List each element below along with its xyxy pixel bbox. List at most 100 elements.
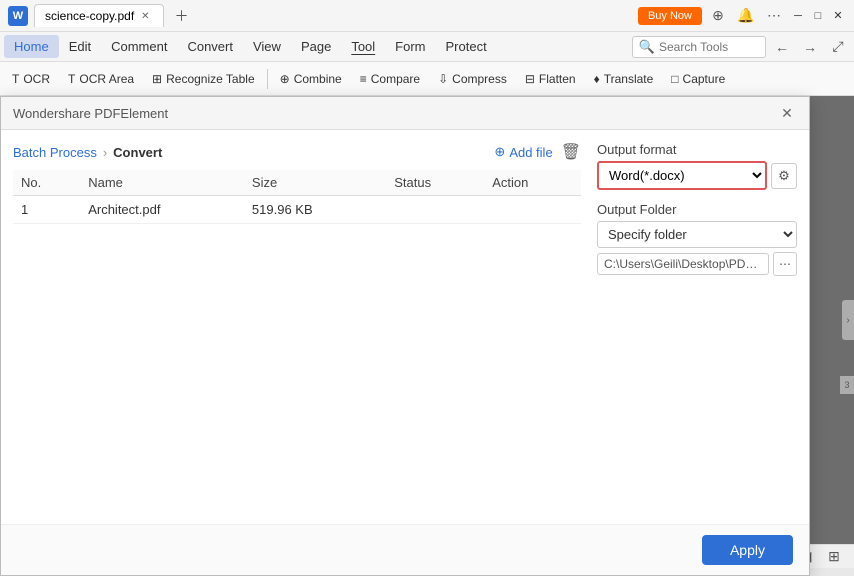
output-folder-label: Output Folder: [597, 202, 797, 217]
dialog-close-button[interactable]: ✕: [777, 103, 797, 123]
output-format-section: Output format Word(*.docx)Excel(*.xlsx)P…: [597, 142, 797, 190]
page-expand-icon[interactable]: ⊞: [822, 545, 846, 569]
format-settings-button[interactable]: ⚙: [771, 163, 797, 189]
toolbar-ocr-area[interactable]: T OCR Area: [60, 69, 142, 89]
ocr-area-icon: T: [68, 72, 75, 86]
breadcrumb-current: Convert: [113, 145, 162, 160]
title-bar-controls: Buy Now ⊕ 🔔 ⋯ ─ □ ✕: [638, 4, 846, 28]
folder-path: C:\Users\Geili\Desktop\PDFElement\Co: [597, 253, 769, 275]
table-row: 1 Architect.pdf 519.96 KB: [13, 196, 581, 224]
col-action: Action: [484, 170, 581, 196]
menu-bar: Home Edit Comment Convert View Page Tool…: [0, 32, 854, 62]
cell-name: Architect.pdf: [80, 196, 244, 224]
maximize-button[interactable]: □: [810, 8, 826, 24]
toolbar-translate[interactable]: ♦ Translate: [586, 69, 662, 89]
nav-forward-icon[interactable]: →: [798, 35, 822, 59]
tab-label: science-copy.pdf: [45, 9, 134, 23]
menu-page[interactable]: Page: [291, 35, 341, 58]
toolbar: T OCR T OCR Area ⊞ Recognize Table ⊕ Com…: [0, 62, 854, 96]
menu-form[interactable]: Form: [385, 35, 435, 58]
cell-action: [484, 196, 581, 224]
right-panel: Output format Word(*.docx)Excel(*.xlsx)P…: [597, 142, 797, 394]
output-format-label: Output format: [597, 142, 797, 157]
cell-no: 1: [13, 196, 80, 224]
menu-edit[interactable]: Edit: [59, 35, 101, 58]
breadcrumb-parent: Batch Process: [13, 145, 97, 160]
toolbar-compare[interactable]: ≡ Compare: [352, 69, 428, 89]
col-no: No.: [13, 170, 80, 196]
folder-path-row: C:\Users\Geili\Desktop\PDFElement\Co ⋯: [597, 252, 797, 276]
delete-file-icon[interactable]: 🗑: [561, 142, 581, 162]
apply-button[interactable]: Apply: [702, 535, 793, 565]
col-size: Size: [244, 170, 386, 196]
nav-controls: ← → ⤢: [770, 35, 850, 59]
search-input[interactable]: [659, 40, 759, 54]
translate-icon: ♦: [594, 72, 600, 86]
app-icon: W: [8, 6, 28, 26]
menu-tool[interactable]: Tool: [341, 35, 385, 58]
menu-home[interactable]: Home: [4, 35, 59, 58]
dialog-footer: Apply: [1, 524, 809, 575]
file-table-body: 1 Architect.pdf 519.96 KB: [13, 196, 581, 224]
cell-status: [386, 196, 484, 224]
dialog-app-label: Wondershare PDFElement: [13, 106, 168, 121]
file-actions: ⊕ Add file 🗑: [494, 142, 581, 162]
file-list-header-bar: Batch Process › Convert ⊕ Add file 🗑: [13, 142, 581, 162]
tab-close-icon[interactable]: ✕: [138, 10, 152, 23]
main-area: ⊞ 💬 🔖 ⊡ 🔍 › 3 Wondershare PDFElement ✕: [0, 96, 854, 544]
breadcrumb-sep: ›: [103, 145, 107, 160]
recognize-table-icon: ⊞: [152, 72, 162, 86]
combine-icon: ⊕: [280, 72, 290, 86]
toolbar-ocr[interactable]: T OCR: [4, 69, 58, 89]
toolbar-sep-1: [267, 69, 268, 89]
add-file-icon: ⊕: [494, 144, 505, 160]
format-row: Word(*.docx)Excel(*.xlsx)PowerPoint(*.pp…: [597, 161, 797, 190]
output-folder-section: Output Folder Specify folderSame as sour…: [597, 202, 797, 276]
ocr-icon: T: [12, 72, 19, 86]
col-status: Status: [386, 170, 484, 196]
dialog-spacer: [1, 406, 809, 524]
file-table-header: No. Name Size Status Action: [13, 170, 581, 196]
capture-icon: □: [671, 72, 678, 86]
search-icon: 🔍: [639, 39, 655, 55]
cell-size: 519.96 KB: [244, 196, 386, 224]
close-button[interactable]: ✕: [830, 8, 846, 24]
title-bar-left: W science-copy.pdf ✕ ＋: [8, 4, 638, 28]
toolbar-compress[interactable]: ⇩ Compress: [430, 69, 515, 89]
format-select[interactable]: Word(*.docx)Excel(*.xlsx)PowerPoint(*.pp…: [597, 161, 767, 190]
folder-select[interactable]: Specify folderSame as sourceDesktop: [597, 221, 797, 248]
new-tab-icon[interactable]: ＋: [170, 4, 194, 28]
nav-back-icon[interactable]: ←: [770, 35, 794, 59]
notification-icon[interactable]: 🔔: [734, 4, 758, 28]
file-table: No. Name Size Status Action 1 Architect.…: [13, 170, 581, 224]
dialog-header: Wondershare PDFElement ✕: [1, 97, 809, 130]
toolbar-flatten[interactable]: ⊟ Flatten: [517, 69, 584, 89]
file-list-section: Batch Process › Convert ⊕ Add file 🗑: [13, 142, 581, 394]
toolbar-combine[interactable]: ⊕ Combine: [272, 69, 350, 89]
more-options-icon[interactable]: ⋯: [762, 4, 786, 28]
dialog-title-area: Wondershare PDFElement: [13, 106, 168, 121]
folder-browse-button[interactable]: ⋯: [773, 252, 797, 276]
add-file-button[interactable]: ⊕ Add file: [494, 144, 552, 160]
search-box[interactable]: 🔍: [632, 36, 766, 58]
col-name: Name: [80, 170, 244, 196]
external-link-icon[interactable]: ⤢: [826, 35, 850, 59]
menu-convert[interactable]: Convert: [177, 35, 243, 58]
menu-view[interactable]: View: [243, 35, 291, 58]
buy-now-button[interactable]: Buy Now: [638, 7, 702, 25]
menu-comment[interactable]: Comment: [101, 35, 177, 58]
file-tab[interactable]: science-copy.pdf ✕: [34, 4, 164, 27]
toolbar-recognize-table[interactable]: ⊞ Recognize Table: [144, 69, 263, 89]
flatten-icon: ⊟: [525, 72, 535, 86]
minimize-button[interactable]: ─: [790, 8, 806, 24]
toolbar-capture[interactable]: □ Capture: [663, 69, 733, 89]
dialog-body: Batch Process › Convert ⊕ Add file 🗑: [1, 130, 809, 406]
title-bar: W science-copy.pdf ✕ ＋ Buy Now ⊕ 🔔 ⋯ ─ □…: [0, 0, 854, 32]
breadcrumb: Batch Process › Convert: [13, 145, 162, 160]
compress-icon: ⇩: [438, 72, 448, 86]
compare-icon: ≡: [360, 72, 367, 86]
share-icon[interactable]: ⊕: [706, 4, 730, 28]
dialog-overlay: Wondershare PDFElement ✕ Batch Process ›…: [0, 96, 854, 544]
dialog: Wondershare PDFElement ✕ Batch Process ›…: [0, 96, 810, 576]
menu-protect[interactable]: Protect: [436, 35, 497, 58]
